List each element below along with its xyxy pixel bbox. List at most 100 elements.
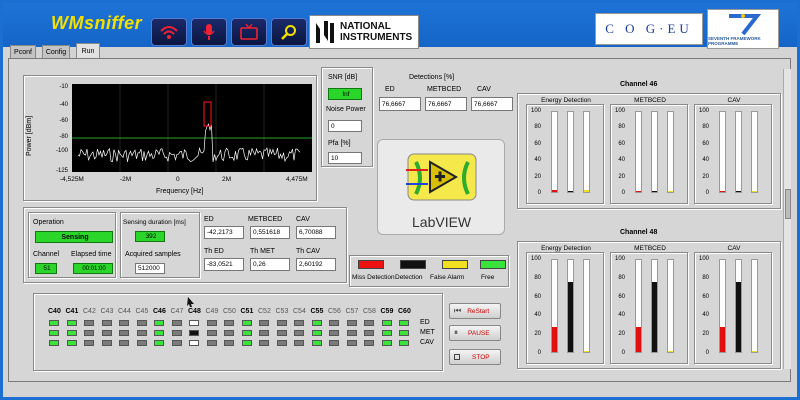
gauge-tick: 60 — [618, 293, 625, 300]
national-instruments-logo: NATIONAL INSTRUMENTS — [309, 15, 419, 49]
status-led — [49, 330, 59, 336]
gauge-tick: 20 — [618, 331, 625, 338]
tv-button[interactable] — [231, 18, 267, 46]
gauge-bar — [551, 259, 558, 353]
grid-row-label: MET — [420, 329, 435, 336]
spectrum-xlabel: Frequency [Hz] — [156, 188, 204, 195]
spectrum-plot — [72, 84, 312, 172]
noise-power-label: Noise Power — [326, 106, 366, 113]
metbced-value: 0,551618 — [250, 226, 290, 239]
restart-icon: ⏮ — [454, 306, 462, 315]
channel48-title: Channel 48 — [620, 229, 658, 236]
status-led — [189, 340, 199, 346]
search-button[interactable] — [271, 18, 307, 46]
gauge-group-title: METBCED — [634, 245, 666, 252]
ed-label: ED — [204, 216, 214, 223]
spectrum-ytick: -40 — [59, 102, 68, 108]
operation-value: Sensing — [35, 231, 113, 243]
vertical-scrollbar[interactable] — [783, 69, 791, 369]
gauge-bar — [551, 111, 558, 193]
channel-value: 51 — [35, 263, 57, 274]
status-led — [49, 320, 59, 326]
th-ed-label: Th ED — [204, 248, 224, 255]
grid-channel-label: C49 — [205, 308, 219, 315]
gauge-bar — [651, 111, 658, 193]
cav-value: 6,70088 — [296, 226, 336, 239]
gauge-group-energy-detection: Energy Detection 100 80 60 40 20 0 — [526, 245, 604, 364]
gauge-tick: 60 — [702, 293, 709, 300]
gauge-tick: 40 — [702, 157, 709, 164]
status-led — [294, 340, 304, 346]
status-led — [206, 340, 217, 346]
status-led — [276, 330, 287, 336]
gauge-tick: 0 — [621, 350, 625, 356]
tab-config[interactable]: Config — [42, 45, 70, 59]
gauge-tick: 20 — [702, 331, 709, 338]
status-led — [171, 330, 182, 336]
gauge-fill — [636, 327, 641, 352]
wifi-button[interactable] — [151, 18, 187, 46]
gauge-fill — [652, 191, 657, 192]
restart-button[interactable]: ⏮ ReStart — [449, 303, 501, 319]
th-met-label: Th MET — [250, 248, 275, 255]
gauge-tick: 0 — [705, 190, 709, 196]
operation-label: Operation — [33, 219, 64, 226]
tab-run[interactable]: Run — [76, 43, 100, 59]
gauge-fill — [552, 327, 557, 352]
status-led — [154, 320, 164, 326]
cav-label: CAV — [296, 216, 310, 223]
channel46-panel: Energy Detection 100 80 60 40 20 0 METBCED 100 80… — [517, 93, 781, 209]
spectrum-ytick: -10 — [59, 84, 68, 90]
labview-label: LabVIEW — [412, 214, 472, 230]
status-led — [329, 320, 339, 326]
stop-button[interactable]: STOP — [449, 349, 501, 365]
pause-icon: ⏸ — [454, 328, 458, 337]
legend-swatch — [400, 260, 426, 269]
status-led — [381, 320, 392, 326]
gauge-tick: 40 — [702, 312, 709, 319]
status-led — [276, 320, 287, 326]
pause-button[interactable]: ⏸ PAUSE — [449, 325, 501, 341]
status-led — [66, 340, 77, 346]
gauge-tick: 100 — [530, 256, 541, 262]
gauge-tick: 80 — [534, 274, 541, 281]
pfa-value: 10 — [328, 152, 362, 164]
status-led — [259, 340, 269, 346]
snr-value: Inf — [328, 88, 362, 100]
sensing-duration-value: 392 — [135, 231, 165, 242]
gauge-group-title: CAV — [727, 97, 741, 104]
status-led — [84, 340, 94, 346]
fp7-text: SEVENTH FRAMEWORK PROGRAMME — [708, 36, 761, 46]
status-led — [346, 340, 357, 346]
gauge-tick: 100 — [698, 256, 709, 262]
gauge-tick: 80 — [702, 274, 709, 281]
gauge-group-title: METBCED — [634, 97, 666, 104]
status-led — [101, 330, 112, 336]
gauge-group-title: CAV — [727, 245, 741, 252]
tab-pconf[interactable]: Pconf — [10, 45, 36, 59]
elapsed-label: Elapsed time — [71, 251, 112, 258]
gauge-tick: 20 — [534, 331, 541, 338]
gauge-fill — [552, 190, 557, 192]
grid-channel-label: C58 — [363, 308, 376, 315]
gauge-tick: 80 — [618, 124, 625, 131]
grid-row-label: CAV — [420, 339, 434, 346]
grid-channel-label: C45 — [135, 308, 149, 315]
status-led — [311, 320, 322, 326]
status-led — [136, 340, 147, 346]
scrollbar-thumb[interactable] — [785, 189, 791, 219]
gauge-bar — [667, 259, 674, 353]
snr-panel: SNR [dB] Inf Noise Power 0 Pfa [%] 10 — [321, 67, 373, 167]
microphone-button[interactable] — [191, 18, 227, 46]
gauge-bar — [667, 111, 674, 193]
gauge-tick: 0 — [537, 350, 541, 356]
th-ed-value: -83,0521 — [204, 258, 244, 271]
gauge-tick: 100 — [698, 108, 709, 114]
gauge-group-metbced: METBCED 100 80 60 40 20 0 — [610, 97, 688, 204]
labview-icon — [406, 153, 477, 201]
ni-logo-line1: NATIONAL — [340, 21, 391, 32]
detections-met-value: 76,6667 — [425, 97, 467, 111]
gauge-fill — [752, 191, 757, 192]
gauge-tick: 0 — [537, 190, 541, 196]
channel46-title: Channel 46 — [620, 81, 658, 88]
